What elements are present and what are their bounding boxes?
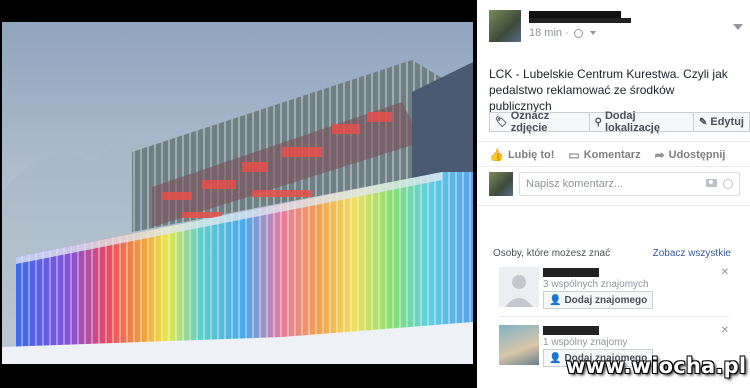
comment-placeholder: Napisz komentarz... bbox=[526, 178, 624, 190]
divider bbox=[477, 166, 750, 167]
divider bbox=[477, 141, 750, 142]
mutual-friends[interactable]: 3 wspólnych znajomych bbox=[543, 279, 649, 290]
share-label: Udostępnij bbox=[668, 149, 726, 161]
photo-tools: 🏷 Oznacz zdjęcie ⚲ Dodaj lokalizację ✎ E… bbox=[489, 110, 750, 134]
tag-photo-button[interactable]: 🏷 Oznacz zdjęcie bbox=[489, 110, 590, 134]
photo-rainbow-building[interactable] bbox=[2, 22, 473, 364]
photo-viewer bbox=[0, 0, 477, 388]
like-label: Lubię to! bbox=[507, 149, 555, 161]
post-actions: 👍 Lubię to! ▭ Komentarz ➦ Udostępnij bbox=[489, 148, 725, 162]
post-sidebar: 18 min · LCK - Lubelskie Centrum Kurestw… bbox=[477, 0, 750, 388]
comment-icon: ▭ bbox=[568, 148, 580, 162]
edit-label: Edytuj bbox=[710, 116, 744, 128]
close-icon[interactable]: ✕ bbox=[721, 267, 729, 278]
thumbs-up-icon: 👍 bbox=[489, 148, 504, 162]
post-text: LCK - Lubelskie Centrum Kurestwa. Czyli … bbox=[489, 67, 728, 113]
post-header: 18 min · bbox=[489, 10, 743, 46]
viewer-avatar bbox=[489, 172, 513, 196]
post-meta: 18 min · bbox=[529, 27, 596, 39]
suggested-person: 3 wspólnych znajomych 👤 Dodaj znajomego … bbox=[499, 267, 729, 311]
share-icon: ➦ bbox=[654, 148, 665, 162]
pencil-icon: ✎ bbox=[698, 116, 708, 128]
person-name-redacted[interactable] bbox=[543, 268, 599, 277]
add-location-label: Dodaj lokalizację bbox=[604, 110, 660, 134]
camera-icon[interactable] bbox=[706, 179, 717, 187]
person-avatar[interactable] bbox=[499, 267, 539, 307]
globe-icon[interactable] bbox=[573, 28, 583, 38]
see-all-link[interactable]: Zobacz wszystkie bbox=[653, 248, 731, 259]
location-pin-icon: ⚲ bbox=[594, 116, 602, 128]
close-icon[interactable]: ✕ bbox=[721, 325, 729, 336]
edit-button[interactable]: ✎ Edytuj bbox=[693, 112, 750, 132]
post-timestamp[interactable]: 18 min bbox=[529, 27, 562, 39]
watermark: www.wiocha.pl bbox=[566, 354, 747, 378]
comment-input[interactable]: Napisz komentarz... bbox=[519, 172, 740, 196]
add-friend-icon: 👤 bbox=[549, 294, 562, 306]
person-name-redacted[interactable] bbox=[543, 326, 599, 335]
default-avatar-icon bbox=[499, 267, 539, 307]
author-name-redaction-tail bbox=[529, 18, 631, 23]
like-button[interactable]: 👍 Lubię to! bbox=[489, 148, 554, 162]
person-avatar[interactable] bbox=[499, 325, 539, 365]
divider bbox=[477, 205, 750, 206]
privacy-caret-icon[interactable] bbox=[589, 31, 596, 36]
tag-icon: 🏷 bbox=[495, 116, 508, 128]
divider bbox=[499, 316, 729, 317]
mutual-friends[interactable]: 1 wspólny znajomy bbox=[543, 337, 627, 348]
add-friend-icon: 👤 bbox=[549, 352, 562, 364]
comment-button[interactable]: ▭ Komentarz bbox=[568, 148, 640, 162]
emoji-icon[interactable] bbox=[723, 179, 733, 189]
post-options-chevron-icon[interactable] bbox=[733, 24, 743, 30]
add-friend-button[interactable]: 👤 Dodaj znajomego bbox=[543, 291, 654, 309]
share-button[interactable]: ➦ Udostępnij bbox=[655, 148, 726, 162]
suggestions-title: Osoby, które możesz znać bbox=[493, 248, 611, 259]
add-location-button[interactable]: ⚲ Dodaj lokalizację bbox=[589, 110, 694, 134]
comment-composer: Napisz komentarz... bbox=[489, 172, 740, 196]
add-friend-label: Dodaj znajomego bbox=[564, 294, 648, 306]
author-avatar[interactable] bbox=[489, 10, 521, 42]
comment-label: Komentarz bbox=[583, 149, 641, 161]
tag-photo-label: Oznacz zdjęcie bbox=[510, 110, 550, 134]
